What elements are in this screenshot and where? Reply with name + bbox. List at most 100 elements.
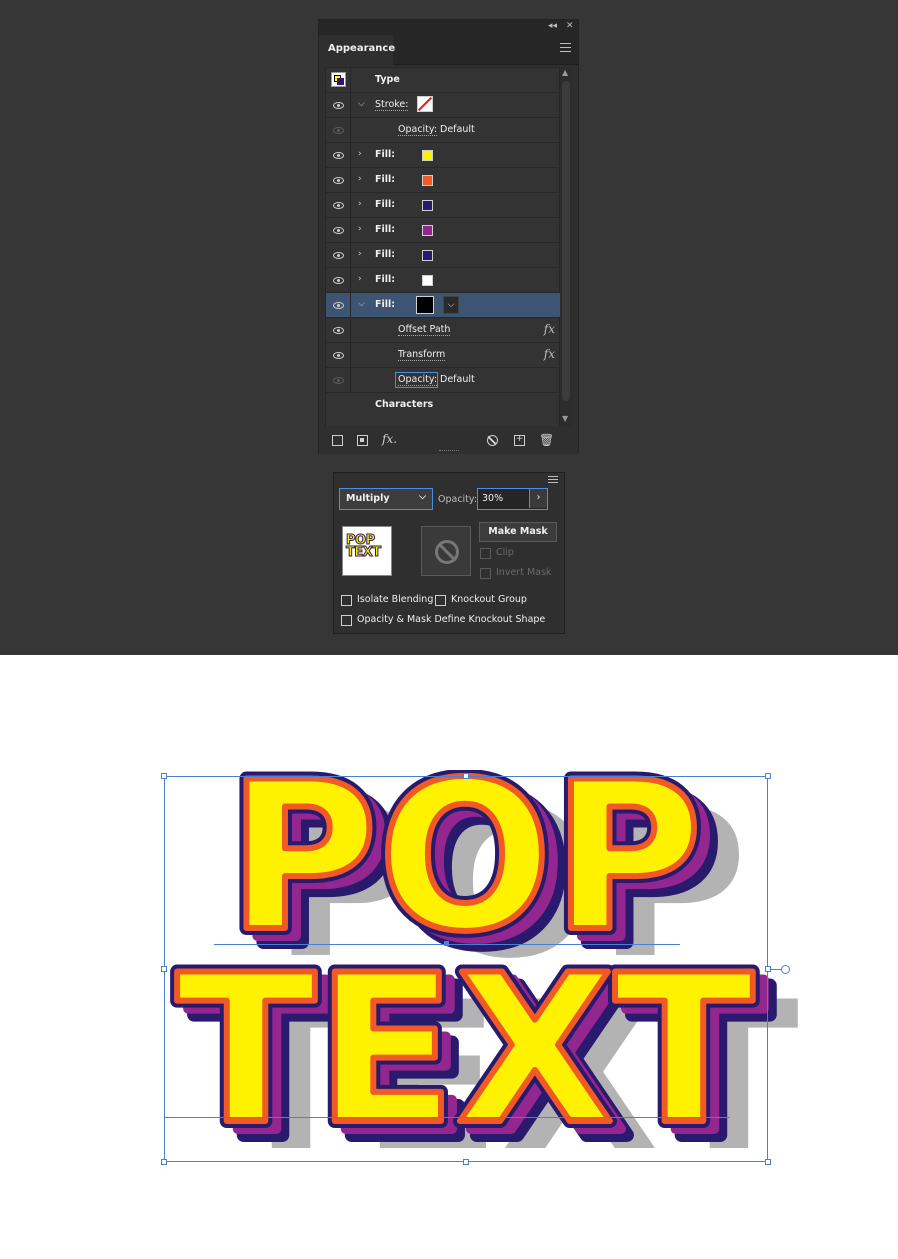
opacity-mask-thumbnail[interactable]: [421, 526, 471, 576]
swatch-dropdown-chevron-icon[interactable]: ⌵: [443, 296, 459, 314]
panel-resize-grip[interactable]: [439, 450, 459, 453]
effect-transform-link[interactable]: Transform: [398, 349, 446, 361]
opacity-label[interactable]: Opacity:: [398, 124, 438, 136]
visibility-eye-icon[interactable]: [333, 327, 344, 334]
target-type-label: Type: [375, 74, 400, 85]
appearance-row-fill[interactable]: › Fill:: [326, 193, 561, 218]
appearance-row-fill-opacity[interactable]: Opacity: Default: [326, 368, 561, 393]
fill-label[interactable]: Fill:: [375, 224, 395, 235]
panel-menu-icon[interactable]: [548, 476, 558, 485]
artwork-thumbnail[interactable]: POP TEXT: [342, 526, 392, 576]
appearance-row-fill[interactable]: › Fill:: [326, 143, 561, 168]
close-icon[interactable]: ✕: [566, 21, 574, 31]
selection-bounding-box[interactable]: [164, 776, 768, 1162]
appearance-row-transform[interactable]: Transform fx: [326, 343, 561, 368]
appearance-panel: ◂◂ ✕ Appearance Type ⌵ Stroke: Opacity: …: [318, 19, 579, 454]
fx-icon[interactable]: fx: [544, 322, 555, 336]
fill-label[interactable]: Fill:: [375, 249, 395, 260]
panel-title-bar[interactable]: ◂◂ ✕: [319, 20, 578, 35]
delete-icon[interactable]: 🗑: [539, 433, 554, 447]
chevron-right-icon[interactable]: ›: [358, 224, 362, 234]
chevron-right-icon[interactable]: ›: [358, 199, 362, 209]
visibility-eye-icon[interactable]: [333, 277, 344, 284]
visibility-eye-icon[interactable]: [333, 227, 344, 234]
visibility-eye-icon[interactable]: [333, 252, 344, 259]
fx-icon[interactable]: fx.: [382, 432, 397, 446]
visibility-eye-icon[interactable]: [333, 352, 344, 359]
visibility-eye-icon[interactable]: [333, 377, 344, 384]
appearance-row-fill[interactable]: › Fill:: [326, 243, 561, 268]
resize-handle-left[interactable]: [161, 966, 167, 972]
duplicate-item-icon[interactable]: +: [514, 435, 525, 446]
fill-swatch[interactable]: [422, 200, 433, 211]
fill-swatch[interactable]: [422, 175, 433, 186]
clip-label: Clip: [496, 547, 514, 558]
new-stroke-icon[interactable]: [332, 435, 343, 446]
stroke-none-swatch[interactable]: [417, 96, 433, 112]
resize-handle-bottom-right[interactable]: [765, 1159, 771, 1165]
scroll-thumb[interactable]: [562, 81, 570, 401]
opacity-label[interactable]: Opacity:: [398, 374, 438, 386]
appearance-row-offset-path[interactable]: Offset Path fx: [326, 318, 561, 343]
appearance-row-fill-selected[interactable]: ⌵ Fill: ⌵: [326, 293, 561, 318]
resize-handle-top-right[interactable]: [765, 773, 771, 779]
appearance-row-fill[interactable]: › Fill:: [326, 268, 561, 293]
fill-label[interactable]: Fill:: [375, 174, 395, 185]
collapse-icon[interactable]: ◂◂: [548, 21, 557, 31]
resize-handle-top-left[interactable]: [161, 773, 167, 779]
fill-label[interactable]: Fill:: [375, 299, 395, 310]
blend-mode-select[interactable]: Multiply ⌵: [339, 488, 433, 510]
appearance-row-type[interactable]: Type: [326, 68, 561, 93]
isolate-blending-checkbox[interactable]: [341, 595, 352, 606]
out-port-handle[interactable]: [781, 965, 790, 974]
knockout-group-checkbox[interactable]: [435, 595, 446, 606]
scroll-down-icon[interactable]: ▼: [562, 414, 568, 423]
chevron-right-icon[interactable]: ›: [358, 249, 362, 259]
characters-label[interactable]: Characters: [375, 399, 433, 410]
visibility-eye-icon[interactable]: [333, 177, 344, 184]
fill-swatch[interactable]: [422, 250, 433, 261]
chevron-right-icon[interactable]: ›: [358, 274, 362, 284]
visibility-eye-icon[interactable]: [333, 202, 344, 209]
stroke-label[interactable]: Stroke:: [375, 99, 409, 111]
fill-swatch[interactable]: [422, 225, 433, 236]
visibility-eye-icon[interactable]: [333, 302, 344, 309]
clip-checkbox[interactable]: [480, 548, 491, 559]
fill-label[interactable]: Fill:: [375, 199, 395, 210]
chevron-right-icon[interactable]: ›: [529, 489, 547, 508]
scroll-up-icon[interactable]: ▲: [562, 68, 568, 77]
appearance-row-fill[interactable]: › Fill:: [326, 168, 561, 193]
new-fill-icon[interactable]: [357, 435, 368, 446]
visibility-eye-icon[interactable]: [333, 102, 344, 109]
appearance-row-fill[interactable]: › Fill:: [326, 218, 561, 243]
chevron-down-icon[interactable]: ⌵: [358, 99, 365, 109]
fx-icon[interactable]: fx: [544, 347, 555, 361]
opacity-mask-knockout-checkbox[interactable]: [341, 615, 352, 626]
fill-label[interactable]: Fill:: [375, 274, 395, 285]
chevron-right-icon[interactable]: ›: [358, 174, 362, 184]
tab-appearance[interactable]: Appearance: [319, 35, 395, 65]
effect-offset-path-link[interactable]: Offset Path: [398, 324, 451, 336]
fill-swatch[interactable]: [422, 150, 433, 161]
resize-handle-bottom[interactable]: [463, 1159, 469, 1165]
visibility-eye-icon[interactable]: [333, 127, 344, 134]
chevron-right-icon[interactable]: ›: [358, 149, 362, 159]
resize-handle-bottom-left[interactable]: [161, 1159, 167, 1165]
fill-label[interactable]: Fill:: [375, 149, 395, 160]
center-point-handle[interactable]: [444, 941, 449, 946]
panel-menu-icon[interactable]: [560, 43, 571, 55]
fill-swatch[interactable]: [416, 296, 434, 314]
clear-appearance-icon[interactable]: [487, 435, 498, 446]
fill-swatch[interactable]: [422, 275, 433, 286]
invert-mask-checkbox[interactable]: [480, 568, 491, 579]
chevron-down-icon[interactable]: ⌵: [358, 299, 365, 309]
appearance-row-stroke-opacity[interactable]: Opacity: Default: [326, 118, 561, 143]
make-mask-button[interactable]: Make Mask: [479, 522, 557, 542]
appearance-row-stroke[interactable]: ⌵ Stroke:: [326, 93, 561, 118]
opacity-input-value[interactable]: 30%: [482, 493, 503, 504]
visibility-eye-icon[interactable]: [333, 152, 344, 159]
appearance-scrollbar[interactable]: ▲ ▼: [560, 67, 572, 427]
resize-handle-top[interactable]: [463, 773, 469, 779]
appearance-row-characters[interactable]: Characters: [326, 393, 561, 418]
opacity-input[interactable]: 30% ›: [477, 488, 548, 510]
